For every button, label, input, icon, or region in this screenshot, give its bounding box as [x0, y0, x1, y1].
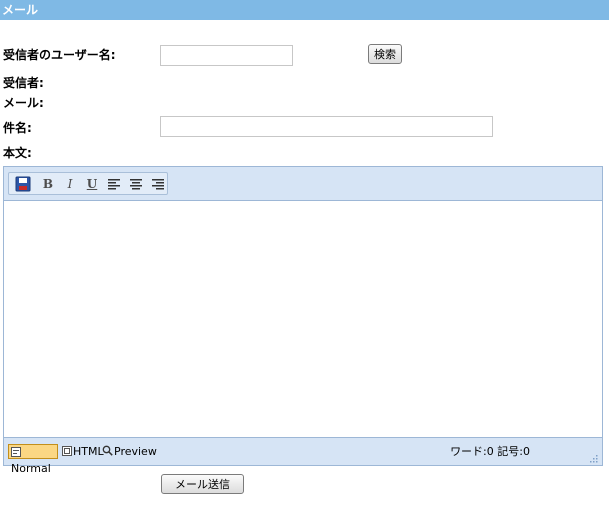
- editor-content-area[interactable]: [4, 201, 602, 437]
- rich-text-editor: B I U Normal HTML Preview ワード:0 記号:0: [3, 166, 603, 475]
- subject-input[interactable]: [160, 116, 493, 137]
- recipient-label: 受信者:: [3, 76, 44, 90]
- mode-preview-label: Preview: [114, 445, 157, 458]
- mode-normal-tab[interactable]: Normal: [8, 444, 58, 475]
- send-mail-button[interactable]: メール送信: [161, 474, 244, 494]
- bold-icon[interactable]: B: [39, 176, 57, 192]
- char-count: 記号:0: [497, 445, 530, 458]
- align-left-icon[interactable]: [105, 176, 123, 192]
- italic-icon[interactable]: I: [61, 176, 79, 192]
- mode-preview-tab[interactable]: Preview: [102, 444, 157, 459]
- mode-normal-label: Normal: [11, 461, 51, 475]
- align-right-icon[interactable]: [149, 176, 167, 192]
- underline-icon[interactable]: U: [83, 176, 101, 192]
- word-count: ワード:0: [450, 445, 494, 458]
- mode-html-tab[interactable]: HTML: [61, 444, 104, 459]
- recipient-username-input[interactable]: [160, 45, 293, 66]
- toolbar-button-group: B I U: [8, 172, 168, 195]
- align-center-icon[interactable]: [127, 176, 145, 192]
- email-label: メール:: [3, 96, 44, 110]
- mode-html-label: HTML: [73, 445, 104, 458]
- body-label: 本文:: [3, 146, 32, 160]
- resize-grip-icon[interactable]: [590, 453, 598, 463]
- recipient-username-label: 受信者のユーザー名:: [3, 48, 116, 62]
- normal-mode-icon: [11, 446, 21, 461]
- editor-statusbar: Normal HTML Preview ワード:0 記号:0: [4, 437, 602, 475]
- search-button[interactable]: 検索: [368, 44, 402, 64]
- save-icon[interactable]: [14, 176, 32, 192]
- magnifier-icon: [102, 445, 113, 460]
- window-title: メール: [0, 0, 609, 20]
- editor-toolbar: B I U: [4, 167, 602, 201]
- subject-label: 件名:: [3, 121, 32, 135]
- html-mode-icon: [62, 445, 72, 460]
- text-counter: ワード:0 記号:0: [450, 444, 530, 459]
